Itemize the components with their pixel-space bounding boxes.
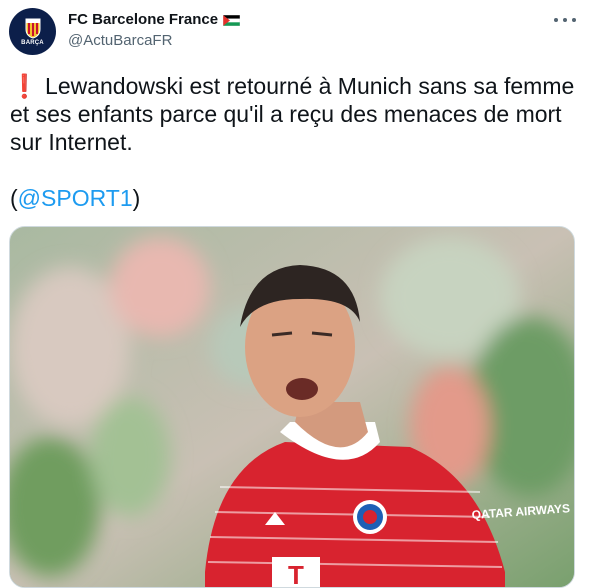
dot — [572, 18, 576, 22]
barca-crest-icon — [25, 18, 40, 39]
player-photo-illustration: T QATAR AIRWAYS — [10, 227, 574, 587]
source-open-paren: ( — [10, 185, 18, 211]
dot — [563, 18, 567, 22]
tweet-text: ❗ Lewandowski est retourné à Munich sans… — [10, 72, 580, 212]
exclamation-emoji: ❗ — [10, 73, 39, 99]
display-name-row: FC Barcelone France — [68, 11, 241, 29]
tweet-photo[interactable]: T QATAR AIRWAYS — [9, 226, 575, 588]
tweet-source: (@SPORT1) — [10, 184, 580, 212]
avatar-label: BARÇA — [21, 40, 44, 46]
palestine-flag-icon — [223, 14, 241, 26]
account-handle[interactable]: @ActuBarcaFR — [68, 32, 240, 50]
tweet-body-text: Lewandowski est retourné à Munich sans s… — [10, 73, 575, 155]
dot — [554, 18, 558, 22]
mention-link[interactable]: @SPORT1 — [18, 185, 133, 211]
kit-sponsor-logo: T — [288, 560, 304, 587]
display-name[interactable]: FC Barcelone France — [68, 11, 218, 29]
source-close-paren: ) — [132, 185, 141, 211]
avatar[interactable]: BARÇA — [9, 8, 56, 55]
tweet-card: BARÇA FC Barcelone France @ActuBarcaFR ❗… — [0, 0, 598, 588]
account-info: FC Barcelone France @ActuBarcaFR — [68, 11, 241, 50]
more-options-icon[interactable] — [554, 13, 576, 27]
tweet-body: ❗ Lewandowski est retourné à Munich sans… — [10, 72, 580, 156]
